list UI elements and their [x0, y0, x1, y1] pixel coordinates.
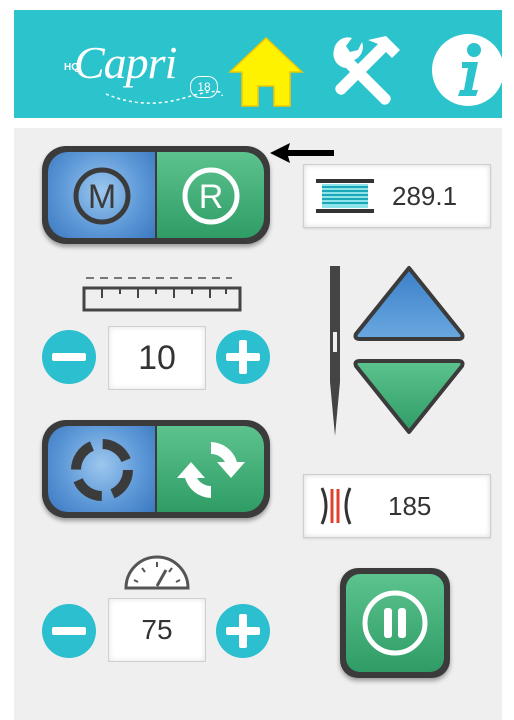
regulated-mode-label: R — [199, 178, 224, 216]
plus-icon — [216, 330, 270, 384]
logo-stitch-decoration — [105, 90, 223, 104]
header-bar: HQ Capri 18 — [14, 10, 504, 118]
cycle-on-button[interactable] — [157, 426, 264, 512]
stitch-length-value[interactable]: 10 — [108, 326, 206, 390]
stitch-length-decrease-button[interactable] — [40, 328, 98, 386]
cycle-off-button[interactable] — [48, 426, 155, 512]
stitch-length-increase-button[interactable] — [214, 328, 272, 386]
bobbin-icon — [316, 179, 374, 213]
needle-down-button[interactable] — [350, 356, 468, 438]
pause-button-face — [346, 574, 444, 672]
info-button[interactable] — [428, 30, 508, 110]
triangle-up-icon — [353, 266, 465, 341]
home-button[interactable] — [226, 30, 306, 110]
tools-icon — [333, 36, 400, 105]
stitch-icon — [320, 487, 352, 525]
speed-value[interactable]: 75 — [108, 598, 206, 662]
regulated-mode-button[interactable]: R — [157, 152, 264, 238]
stitch-counter[interactable]: 185 — [303, 474, 491, 538]
pointer-arrow-icon — [270, 143, 334, 163]
bobbin-counter[interactable]: 289.1 — [303, 164, 491, 228]
needle-up-button[interactable] — [350, 262, 468, 344]
speed-decrease-button[interactable] — [40, 602, 98, 660]
pause-button[interactable] — [340, 568, 450, 678]
refresh-icon — [177, 442, 245, 498]
ruler-icon — [82, 277, 242, 312]
pause-icon — [362, 590, 428, 656]
info-icon — [432, 34, 504, 106]
speed-increase-button[interactable] — [214, 602, 272, 660]
bobbin-value: 289.1 — [392, 181, 458, 211]
tools-button[interactable] — [324, 32, 404, 108]
manual-mode-label: M — [88, 178, 116, 216]
regulated-mode-icon: R — [182, 167, 240, 225]
cycle-toggle[interactable] — [42, 420, 270, 518]
mode-toggle[interactable]: M R — [42, 146, 270, 244]
minus-icon — [42, 330, 96, 384]
manual-mode-icon: M — [73, 167, 131, 225]
home-icon — [228, 36, 304, 107]
minus-icon — [42, 604, 96, 658]
stitch-count-value: 185 — [388, 491, 432, 521]
manual-mode-button[interactable]: M — [48, 152, 155, 238]
needle-icon — [330, 266, 340, 436]
triangle-down-icon — [353, 359, 465, 434]
dashed-circle-icon — [71, 439, 133, 501]
plus-icon — [216, 604, 270, 658]
logo-name: Capri — [74, 37, 177, 88]
speedometer-icon — [124, 555, 190, 590]
